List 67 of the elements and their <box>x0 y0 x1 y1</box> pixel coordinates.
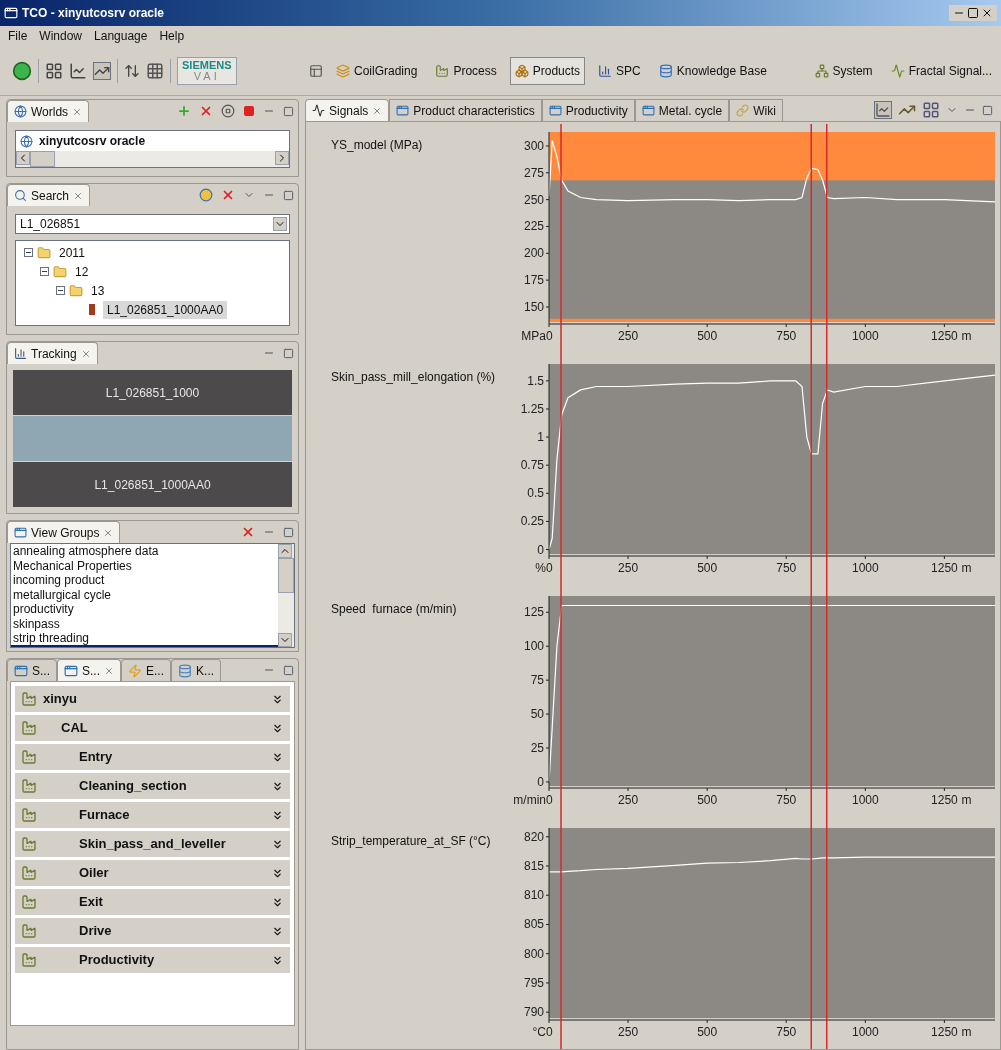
axis-unit: m/min <box>513 793 546 807</box>
axis-unit: MPa <box>521 329 546 343</box>
tick-label: 805 <box>523 917 544 932</box>
segment-label: L1_026851_1000 <box>105 384 200 402</box>
tick-label: 1.25 <box>520 401 544 416</box>
tick-label: 50 <box>530 707 544 722</box>
chart-title: Speed furnace (m/min) <box>331 602 457 616</box>
tick-label: 810 <box>523 888 544 903</box>
tick-label: 25 <box>530 741 544 755</box>
tick-label: 500 <box>697 561 718 575</box>
tick-label: 250 <box>618 561 639 575</box>
tick-label: 0 <box>546 329 553 343</box>
tick-label: 1000 <box>851 561 879 575</box>
axis-unit: m <box>961 793 972 807</box>
axis-unit: m <box>961 329 972 343</box>
tick-label: 0.25 <box>520 514 544 529</box>
tick-label: 1000 <box>851 329 879 343</box>
tick-label: 300 <box>523 138 544 153</box>
tick-label: 275 <box>523 165 544 180</box>
tick-label: 225 <box>523 219 544 234</box>
tick-label: 790 <box>523 1005 544 1020</box>
tick-label: 750 <box>776 793 797 807</box>
axis-unit: % <box>535 561 546 575</box>
tick-label: 1250 <box>931 561 958 575</box>
tick-label: 500 <box>697 1025 718 1039</box>
tick-label: 1250 <box>931 1025 958 1039</box>
tick-label: 175 <box>523 273 544 288</box>
window-title: TCO - xinyutcosrv oracle <box>22 5 165 22</box>
tick-label: 0.5 <box>527 486 544 501</box>
logo: SIEMENS VAI <box>177 56 237 85</box>
tick-label: 0 <box>546 1025 553 1039</box>
axis-unit: m <box>961 561 972 575</box>
tick-label: 750 <box>776 561 797 575</box>
tick-label: 75 <box>530 673 544 688</box>
chart-title: Skin_pass_mill_elongation (%) <box>331 370 496 384</box>
axis-unit: m <box>961 1025 972 1039</box>
tick-label: 1.5 <box>527 373 544 388</box>
tick-label: 750 <box>776 1025 797 1039</box>
axis-unit: °C <box>532 1025 546 1039</box>
tick-label: 0 <box>546 793 553 807</box>
tick-label: 1250 <box>931 329 958 343</box>
tick-label: 500 <box>697 793 718 807</box>
chart-title: YS_model (MPa) <box>331 138 423 152</box>
tick-label: 820 <box>523 829 544 844</box>
tick-label: 800 <box>523 946 544 961</box>
tick-label: 815 <box>523 859 544 873</box>
tick-label: 1 <box>537 430 544 445</box>
tick-label: 100 <box>523 639 544 654</box>
tick-label: 200 <box>523 246 544 261</box>
tick-label: 1250 <box>931 793 958 807</box>
tick-label: 150 <box>523 299 544 314</box>
tick-label: 795 <box>523 975 544 990</box>
tick-label: 0 <box>537 774 544 789</box>
chart-title: Strip_temperature_at_SF (°C) <box>331 834 491 848</box>
tick-label: 125 <box>523 605 544 620</box>
tick-label: 250 <box>618 793 639 807</box>
tick-label: 0 <box>546 561 553 575</box>
tick-label: 0.75 <box>520 458 544 473</box>
tick-label: 1000 <box>851 1025 879 1039</box>
tick-label: 250 <box>618 1025 639 1039</box>
tick-label: 1000 <box>851 793 879 807</box>
segment-label: L1_026851_1000AA0 <box>94 476 211 494</box>
tick-label: 250 <box>618 329 639 343</box>
tick-label: 250 <box>523 192 544 207</box>
tick-label: 500 <box>697 329 718 343</box>
tick-label: 750 <box>776 329 797 343</box>
tick-label: 0 <box>537 542 544 557</box>
